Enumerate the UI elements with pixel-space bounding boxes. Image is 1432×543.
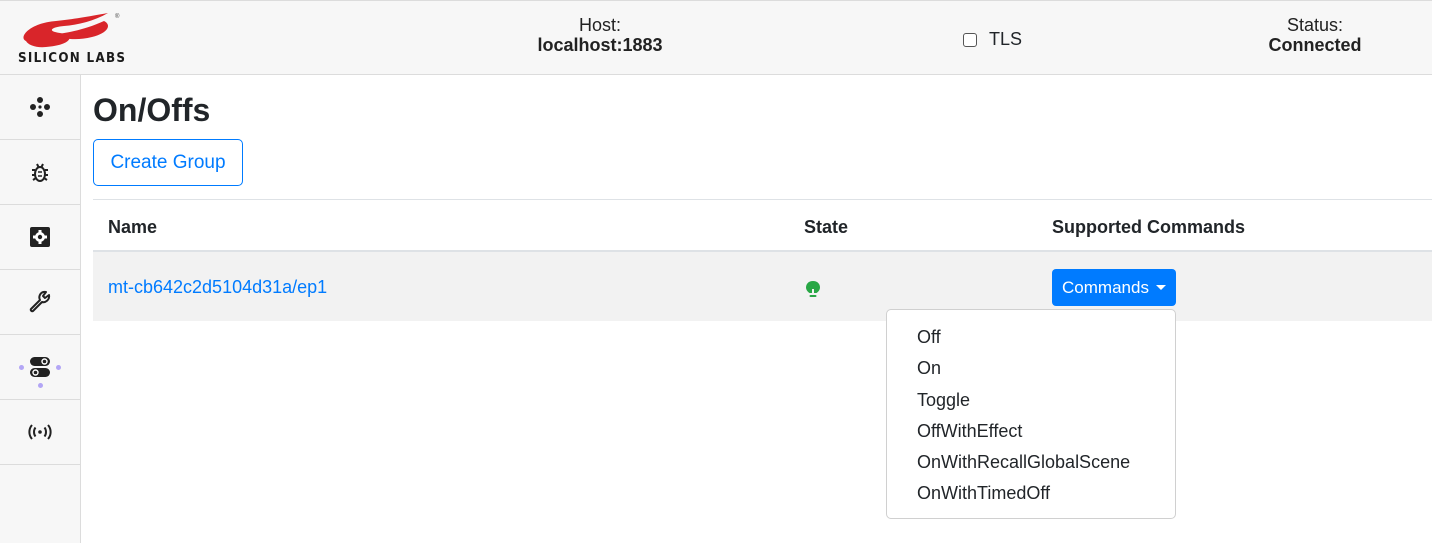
create-group-button[interactable]: Create Group (93, 139, 243, 186)
column-header-name[interactable]: Name (108, 217, 157, 238)
active-indicator-dot (38, 383, 43, 388)
sidebar-item-settings[interactable] (0, 205, 80, 270)
lightbulb-icon (805, 280, 821, 305)
silicon-labs-logo: ® SILICON LABS (16, 11, 127, 67)
status-label: Status: (1286, 15, 1344, 35)
column-header-state[interactable]: State (804, 217, 848, 238)
column-header-commands: Supported Commands (1052, 217, 1246, 237)
menu-item-on-with-timed-off[interactable]: OnWithTimedOff (887, 478, 1175, 509)
commands-button-label: Commands (1062, 277, 1149, 297)
broadcast-icon (27, 422, 53, 442)
wrench-icon (27, 289, 53, 315)
svg-text:®: ® (115, 13, 120, 20)
sidebar-item-broadcast[interactable] (0, 400, 80, 465)
menu-item-on-with-recall-global-scene[interactable]: OnWithRecallGlobalScene (887, 447, 1175, 478)
sidebar-item-debug[interactable] (0, 140, 80, 205)
caret-down-icon (1155, 285, 1166, 290)
host-label: Host: (578, 15, 621, 35)
sidebar-item-onoff[interactable] (0, 335, 80, 400)
table-header: Name State Supported Commands (93, 200, 1432, 252)
sidebar (0, 75, 81, 543)
top-bar: ® SILICON LABS Host: localhost:1883 TLS … (0, 0, 1432, 75)
nodes-icon (28, 95, 52, 119)
table-row: mt-cb642c2d5104d31a/ep1 Commands (93, 252, 1432, 321)
device-name-link[interactable]: mt-cb642c2d5104d31a/ep1 (108, 277, 327, 298)
menu-item-toggle[interactable]: Toggle (887, 385, 1175, 416)
host-value: localhost:1883 (537, 35, 663, 55)
tls-toggle[interactable]: TLS (963, 29, 1022, 50)
tls-checkbox[interactable] (963, 32, 977, 47)
sidebar-item-tools[interactable] (0, 270, 80, 335)
sidebar-item-nodes[interactable] (0, 75, 80, 140)
commands-dropdown-menu: Off On Toggle OffWithEffect OnWithRecall… (886, 309, 1176, 519)
menu-item-on[interactable]: On (887, 353, 1175, 384)
tls-label: TLS (989, 29, 1023, 49)
status-value: Connected (1268, 35, 1362, 55)
toggles-icon (28, 355, 52, 379)
bug-icon (28, 160, 52, 184)
connection-status: Status: Connected (1250, 15, 1380, 55)
onoff-table: Name State Supported Commands mt-cb642c2… (93, 199, 1432, 321)
host-info: Host: localhost:1883 (520, 15, 680, 55)
logo-text: SILICON LABS (18, 51, 127, 66)
active-indicator-dot (19, 365, 24, 370)
menu-item-off-with-effect[interactable]: OffWithEffect (887, 416, 1175, 447)
menu-item-off[interactable]: Off (887, 322, 1175, 353)
page-title: On/Offs (93, 92, 211, 128)
gear-icon (29, 226, 51, 248)
commands-dropdown-button[interactable]: Commands (1052, 269, 1176, 306)
active-indicator-dot (56, 365, 61, 370)
